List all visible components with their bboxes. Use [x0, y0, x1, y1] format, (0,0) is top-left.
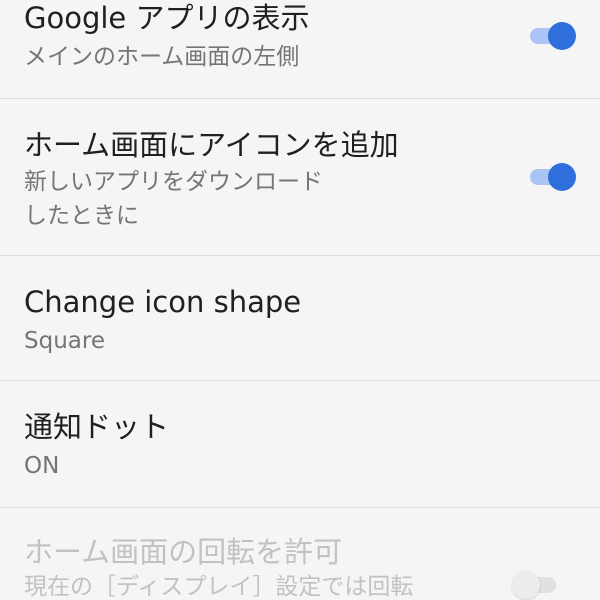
setting-title: ホーム画面にアイコンを追加	[24, 128, 399, 162]
toggle-thumb	[548, 163, 576, 191]
setting-summary: Square	[24, 328, 105, 354]
setting-notification-dots[interactable]: 通知ドット ON	[0, 381, 600, 507]
add-icon-to-home-toggle[interactable]	[528, 162, 576, 192]
setting-change-icon-shape[interactable]: Change icon shape Square	[0, 256, 600, 380]
setting-summary: ON	[24, 453, 60, 479]
setting-summary-line1: 新しいアプリをダウンロード	[24, 169, 323, 195]
setting-add-icon-to-home[interactable]: ホーム画面にアイコンを追加 新しいアプリをダウンロード したときに	[0, 99, 600, 255]
setting-title: 通知ドット	[24, 410, 170, 444]
setting-title: Google アプリの表示	[24, 1, 310, 35]
allow-home-rotation-toggle	[512, 570, 560, 600]
setting-summary: メインのホーム画面の左側	[24, 44, 300, 70]
settings-list: Google アプリの表示 メインのホーム画面の左側 ホーム画面にアイコンを追加…	[0, 0, 600, 600]
toggle-thumb	[512, 571, 540, 599]
setting-summary-line2: したときに	[24, 203, 139, 229]
setting-show-google-app[interactable]: Google アプリの表示 メインのホーム画面の左側	[0, 0, 600, 98]
setting-title: Change icon shape	[24, 285, 302, 319]
show-google-app-toggle[interactable]	[528, 21, 576, 51]
setting-summary: 現在の［ディスプレイ］設定では回転	[24, 574, 414, 600]
setting-allow-home-rotation: ホーム画面の回転を許可 現在の［ディスプレイ］設定では回転	[0, 508, 600, 600]
setting-title: ホーム画面の回転を許可	[24, 535, 343, 569]
toggle-thumb	[548, 22, 576, 50]
